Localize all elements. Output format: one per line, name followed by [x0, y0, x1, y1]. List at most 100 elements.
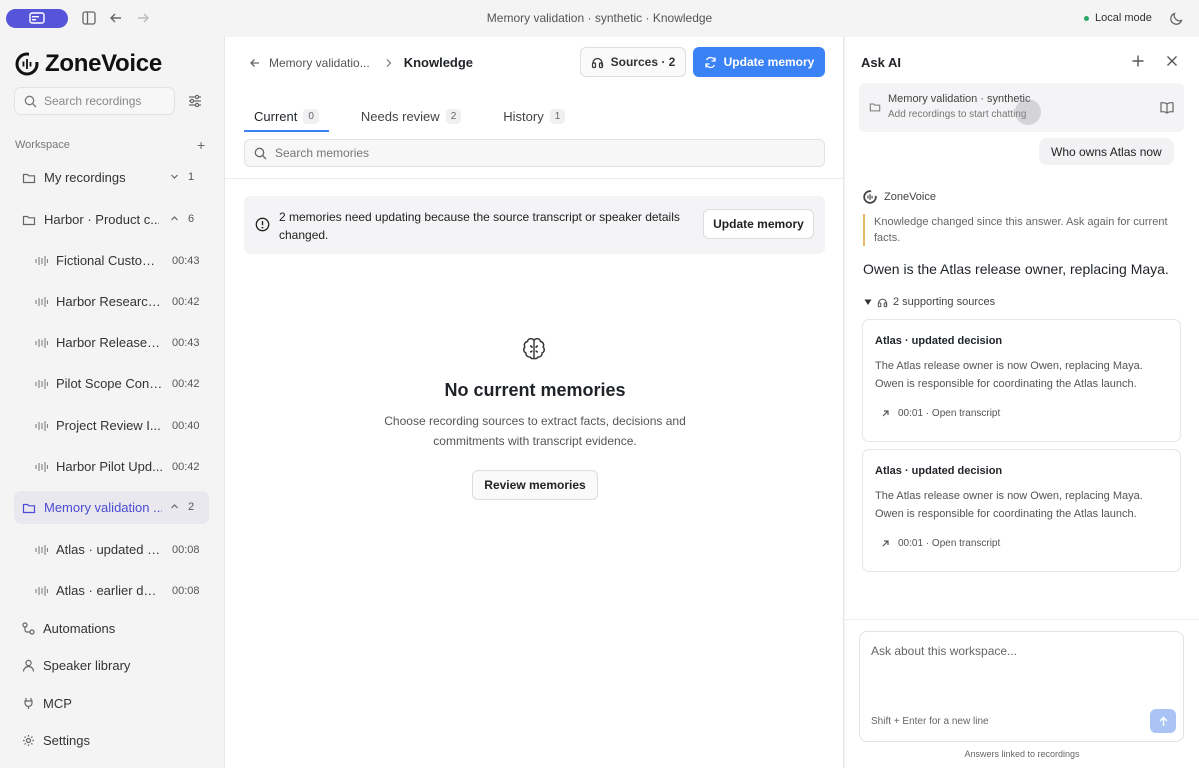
user-message: Who owns Atlas now — [1039, 138, 1174, 165]
folder-count: 2 — [188, 501, 195, 513]
divider — [845, 619, 1199, 620]
tab-history[interactable]: History 1 — [493, 102, 575, 130]
recording-item[interactable]: Harbor Release P... 00:43 — [14, 326, 209, 359]
empty-desc-line: Choose recording sources to extract fact… — [384, 414, 686, 428]
nav-settings[interactable]: Settings — [22, 733, 90, 748]
source-title: Atlas · updated decision — [875, 465, 1003, 477]
recordings-search[interactable] — [14, 87, 175, 115]
brain-icon — [523, 338, 545, 360]
recording-duration: 00:42 — [172, 461, 200, 473]
refresh-icon — [704, 56, 716, 68]
empty-desc-line: commitments with transcript evidence. — [433, 434, 637, 448]
review-memories-button[interactable]: Review memories — [472, 470, 598, 500]
tab-needs-review[interactable]: Needs review 2 — [351, 102, 471, 130]
breadcrumb-parent[interactable]: Memory validatio... — [269, 56, 370, 70]
add-workspace-icon[interactable]: + — [197, 137, 205, 153]
recording-item[interactable]: Atlas · earlier dec... 00:08 — [14, 574, 209, 607]
recording-item[interactable]: Project Review I... 00:40 — [14, 409, 209, 442]
ask-input[interactable] — [871, 644, 1171, 694]
source-title: Atlas · updated decision — [875, 335, 1003, 347]
plug-icon — [24, 698, 33, 709]
nav-label: Automations — [43, 621, 116, 636]
recording-item[interactable]: Atlas · updated d... 00:08 — [14, 533, 209, 566]
folder-count: 1 — [188, 171, 195, 183]
notice-update-memory-button[interactable]: Update memory — [703, 209, 814, 239]
folder-label: Harbor · Product c... — [44, 212, 159, 227]
close-icon[interactable] — [1166, 55, 1178, 67]
back-arrow-icon[interactable] — [249, 57, 261, 69]
chevron-down-icon — [171, 174, 178, 179]
source-card: Atlas · updated decision The Atlas relea… — [862, 319, 1181, 442]
triangle-down-icon — [864, 299, 872, 305]
recording-item[interactable]: Harbor Research ... 00:42 — [14, 285, 209, 318]
search-icon — [24, 95, 37, 107]
recording-title: Harbor Release P... — [56, 335, 163, 350]
recording-duration: 00:08 — [172, 544, 200, 556]
recording-title: Atlas · updated d... — [56, 542, 163, 557]
answers-footnote: Answers linked to recordings — [964, 749, 1080, 759]
tab-label: Current — [254, 108, 298, 124]
stale-answer-warning: Knowledge changed since this answer. Ask… — [863, 214, 1183, 246]
sidebar: ZoneVoice Workspace + My recordings 1 Ha… — [0, 37, 224, 768]
panel-title: Ask AI — [861, 55, 901, 70]
tab-count: 2 — [445, 108, 462, 124]
alert-circle-icon — [255, 217, 270, 232]
recording-title: Atlas · earlier dec... — [56, 583, 163, 598]
folder-icon — [22, 173, 36, 183]
recording-item[interactable]: Fictional Custom... 00:43 — [14, 244, 209, 277]
context-title: Memory validation · synthetic — [888, 93, 1031, 105]
recording-duration: 00:43 — [172, 255, 200, 267]
open-transcript-link[interactable]: 00:01 · Open transcript — [881, 538, 1000, 549]
recording-duration: 00:42 — [172, 296, 200, 308]
window-title: Memory validation · synthetic · Knowledg… — [486, 11, 713, 25]
memories-search[interactable] — [244, 139, 825, 167]
assistant-name: ZoneVoice — [884, 191, 936, 203]
recording-item[interactable]: Harbor Pilot Upd... 00:42 — [14, 450, 209, 483]
waveform-icon — [35, 585, 48, 596]
zonevoice-logo-icon — [863, 190, 877, 204]
search-icon — [254, 147, 267, 159]
waveform-icon — [35, 337, 48, 348]
folder-my-recordings[interactable]: My recordings 1 — [14, 161, 209, 194]
tab-current[interactable]: Current 0 — [244, 102, 329, 132]
folder-harbor[interactable]: Harbor · Product c... 6 — [14, 203, 209, 236]
zonevoice-logo-icon — [15, 52, 39, 76]
open-transcript-link[interactable]: 00:01 · Open transcript — [881, 408, 1000, 419]
folder-count: 6 — [188, 213, 195, 225]
nav-label: MCP — [43, 696, 72, 711]
nav-automations[interactable]: Automations — [22, 621, 115, 636]
breadcrumb-current: Knowledge — [403, 55, 474, 70]
update-memory-label: Update memory — [723, 55, 815, 69]
moon-icon[interactable] — [1169, 10, 1185, 26]
folder-memory-validation[interactable]: Memory validation ... 2 — [14, 491, 209, 524]
user-icon — [22, 659, 35, 672]
send-button[interactable] — [1150, 709, 1176, 733]
book-icon[interactable] — [1160, 101, 1174, 114]
nav-mcp[interactable]: MCP — [22, 696, 72, 711]
tab-label: History — [503, 108, 544, 124]
plus-icon[interactable] — [1131, 54, 1145, 68]
folder-label: Memory validation ... — [44, 500, 162, 515]
nav-speaker-library[interactable]: Speaker library — [22, 658, 130, 673]
search-memories-input[interactable] — [275, 146, 815, 160]
assistant-header: ZoneVoice — [863, 190, 936, 204]
recording-duration: 00:40 — [172, 420, 200, 432]
arrow-up-right-icon — [882, 540, 889, 547]
recording-title: Fictional Custom... — [56, 253, 163, 268]
chevron-up-icon — [171, 216, 178, 221]
update-memory-button[interactable]: Update memory — [693, 47, 825, 77]
gear-icon — [23, 735, 34, 746]
update-notice: 2 memories need updating because the sou… — [244, 196, 825, 254]
empty-state-description: Choose recording sources to extract fact… — [225, 411, 845, 451]
recording-duration: 00:08 — [172, 585, 200, 597]
knowledge-panel: Memory validatio... Knowledge Sources · … — [224, 37, 845, 768]
recording-item[interactable]: Pilot Scope Confi... 00:42 — [14, 367, 209, 400]
sources-button[interactable]: Sources · 2 — [580, 47, 686, 77]
recording-duration: 00:42 — [172, 378, 200, 390]
filter-icon[interactable] — [188, 94, 202, 108]
context-subtitle: Add recordings to start chatting — [888, 109, 1027, 120]
supporting-sources-toggle[interactable]: 2 supporting sources — [864, 296, 995, 308]
search-input[interactable] — [44, 94, 164, 108]
chevron-right-icon — [386, 58, 392, 67]
local-mode-indicator: Local mode — [1084, 12, 1152, 24]
